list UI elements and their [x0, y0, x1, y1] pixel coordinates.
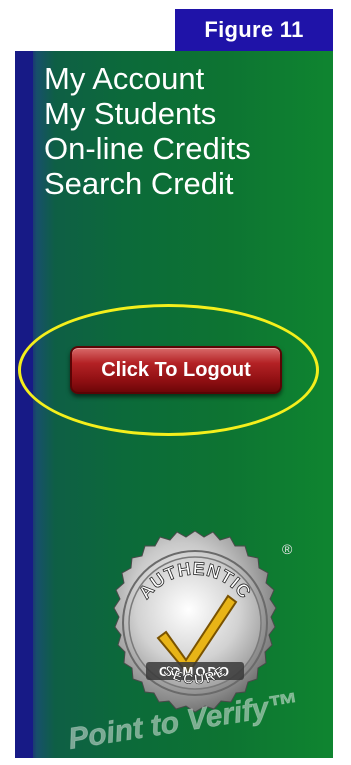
point-to-verify-text: Point to Verify™: [70, 691, 300, 756]
page: Figure 11 My Account My Students On-line…: [0, 0, 351, 765]
nav-item-my-students[interactable]: My Students: [44, 96, 251, 131]
nav-item-online-credits[interactable]: On-line Credits: [44, 131, 251, 166]
figure-label: Figure 11: [175, 9, 333, 51]
logout-button[interactable]: Click To Logout: [70, 346, 282, 394]
sidebar-nav: My Account My Students On-line Credits S…: [44, 61, 251, 201]
point-to-verify-graphic: Point to Verify™: [66, 687, 301, 757]
nav-item-search-credit[interactable]: Search Credit: [44, 166, 251, 201]
nav-item-my-account[interactable]: My Account: [44, 61, 251, 96]
registered-mark: ®: [282, 541, 293, 557]
point-to-verify-link[interactable]: Point to Verify™: [66, 687, 330, 758]
sidebar: My Account My Students On-line Credits S…: [15, 51, 333, 758]
